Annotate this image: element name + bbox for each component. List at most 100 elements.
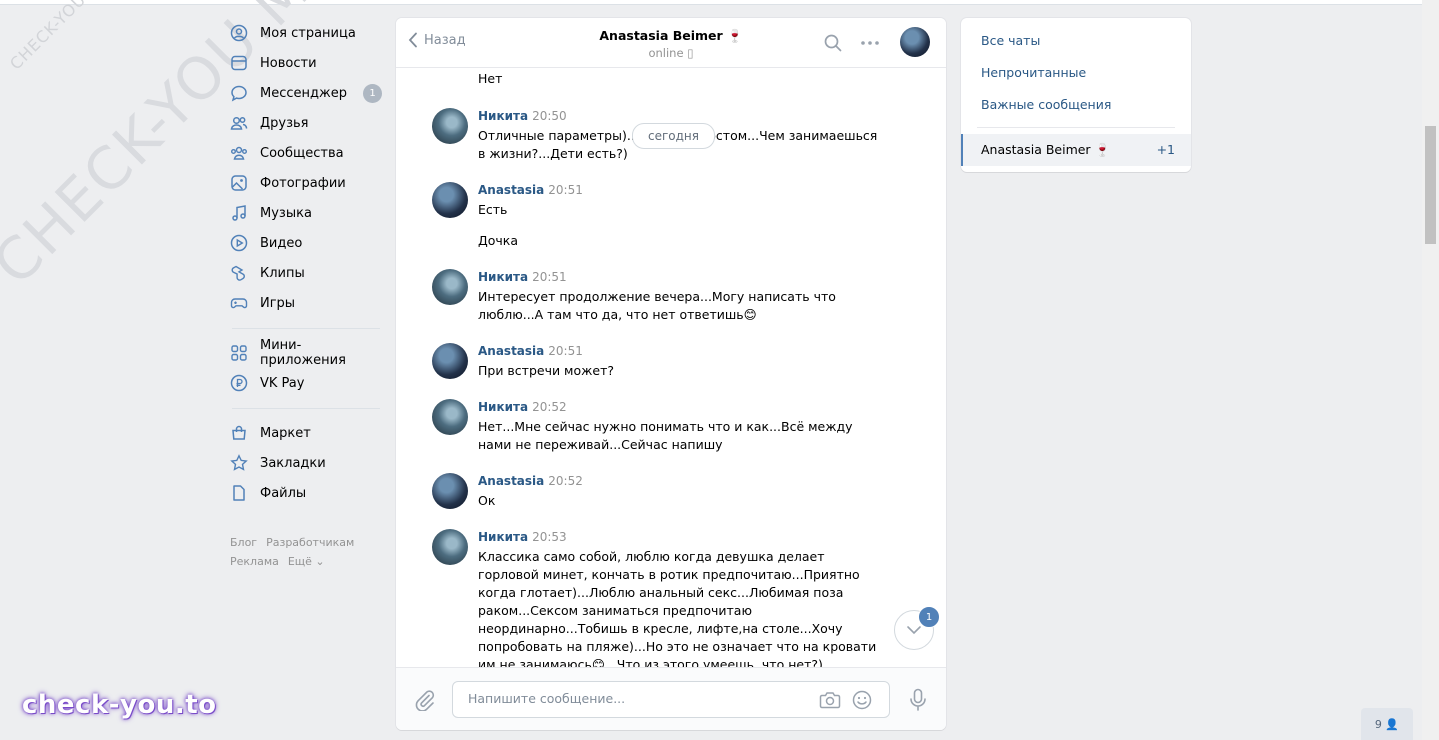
page-scrollbar[interactable] [1422,0,1439,740]
news-icon [230,54,248,72]
message-time: 20:52 [532,400,567,414]
message-author[interactable]: Никита [478,400,528,414]
clips-icon [230,264,248,282]
messenger-icon [230,84,248,102]
chat-filters-panel: Все чаты Непрочитанные Важные сообщения … [961,18,1191,172]
nav-item-clips[interactable]: Клипы [230,258,380,288]
nav-item-music[interactable]: Музыка [230,198,380,228]
avatar[interactable] [432,108,468,144]
avatar[interactable] [432,343,468,379]
search-icon [824,34,842,52]
scrollbar-thumb[interactable] [1425,126,1436,244]
nav-item-friends[interactable]: Друзья [230,108,380,138]
message-text: Интересует продолжение вечера...Могу нап… [478,289,836,322]
camera-button[interactable] [819,690,841,714]
message-input[interactable] [466,690,810,707]
message-author[interactable]: Никита [478,270,528,284]
message-text: Нет...Мне сейчас нужно понимать что и ка… [478,419,853,452]
filter-all-chats[interactable]: Все чаты [981,33,1040,48]
attach-button[interactable] [414,689,436,715]
nav-item-communities[interactable]: Сообщества [230,138,380,168]
footer-link-developers[interactable]: Разработчикам [266,536,354,549]
chat-header: Назад Anastasia Beimer 🍷 online ▯ [396,18,946,68]
nav-item-photos[interactable]: Фотографии [230,168,380,198]
search-button[interactable] [824,34,842,56]
paperclip-icon [415,690,435,712]
more-actions-button[interactable] [860,34,880,56]
nav-item-label: Моя страница [260,25,356,41]
nav-item-news[interactable]: Новости [230,48,380,78]
avatar[interactable] [432,269,468,305]
vkpay-icon [230,374,248,392]
message-text: При встречи может? [478,363,615,378]
nav-item-label: Видео [260,235,303,251]
nav-item-messenger[interactable]: Мессенджер 1 [230,78,382,108]
voice-message-button[interactable] [908,688,928,716]
divider [977,127,1175,128]
footer-link-ads[interactable]: Реклама [230,555,279,568]
photos-icon [230,174,248,192]
nav-item-files[interactable]: Файлы [230,478,380,508]
nav-divider [232,328,380,329]
chevron-down-icon [907,626,921,635]
message-time: 20:51 [548,344,583,358]
message-author[interactable]: Никита [478,530,528,544]
apps-icon [230,344,248,362]
nav-item-label: Мессенджер [260,85,347,101]
message-author[interactable]: Anastasia [478,183,544,197]
message-text: Ок [478,493,496,508]
nav-item-label: Маркет [260,425,311,441]
message-history[interactable]: Нет Никита 20:50 Отличные параметры)...Са… [396,68,946,668]
nav-item-my-page[interactable]: Моя страница [230,18,380,48]
message-text: Классика само собой, люблю когда девушка… [478,549,877,668]
contact-avatar[interactable] [900,27,930,57]
footer-link-blog[interactable]: Блог [230,536,257,549]
nav-divider [232,408,380,409]
conversation-name: Anastasia Beimer 🍷 [981,142,1111,157]
active-conversation[interactable]: Anastasia Beimer 🍷 +1 [961,134,1191,166]
message-text: Дочка [478,233,519,248]
files-icon [230,484,248,502]
message-author[interactable]: Anastasia [478,344,544,358]
message-author[interactable]: Anastasia [478,474,544,488]
nav-item-label: VK Pay [260,375,305,391]
message-text: Есть [478,202,508,217]
communities-icon [230,144,248,162]
nav-item-label: Друзья [260,115,309,131]
nav-item-games[interactable]: Игры [230,288,380,318]
chat-panel: Нет Никита 20:50 Отличные параметры)...Са… [396,18,946,730]
video-icon [230,234,248,252]
avatar[interactable] [432,473,468,509]
nav-item-mini-apps[interactable]: Мини-приложения [230,338,380,368]
messenger-badge: 1 [363,84,382,103]
watermark-logo: check-you.to [22,690,217,720]
nav-item-label: Клипы [260,265,305,281]
nav-item-vk-pay[interactable]: VK Pay [230,368,380,398]
footer-link-more[interactable]: Ещё ⌄ [288,555,325,568]
message-time: 20:53 [532,530,567,544]
nav-item-market[interactable]: Маркет [230,418,380,448]
bookmarks-icon [230,454,248,472]
smile-icon [852,690,872,710]
avatar[interactable] [432,529,468,565]
nav-footer: Блог Разработчикам Реклама Ещё ⌄ [230,533,380,571]
nav-item-label: Файлы [260,485,307,501]
message-composer [396,667,946,730]
filter-unread[interactable]: Непрочитанные [981,65,1086,80]
games-icon [230,294,248,312]
avatar[interactable] [432,182,468,218]
online-friends-button[interactable]: 9 👤 [1361,708,1413,740]
emoji-button[interactable] [852,690,872,714]
nav-item-label: Фотографии [260,175,346,191]
nav-item-label: Игры [260,295,296,311]
message-time: 20:52 [548,474,583,488]
microphone-icon [910,688,926,711]
nav-item-bookmarks[interactable]: Закладки [230,448,380,478]
avatar[interactable] [432,399,468,435]
nav-item-label: Закладки [260,455,326,471]
message-author[interactable]: Никита [478,109,528,123]
music-icon [230,204,248,222]
filter-important[interactable]: Важные сообщения [981,97,1111,112]
camera-icon [819,692,841,709]
nav-item-video[interactable]: Видео [230,228,380,258]
